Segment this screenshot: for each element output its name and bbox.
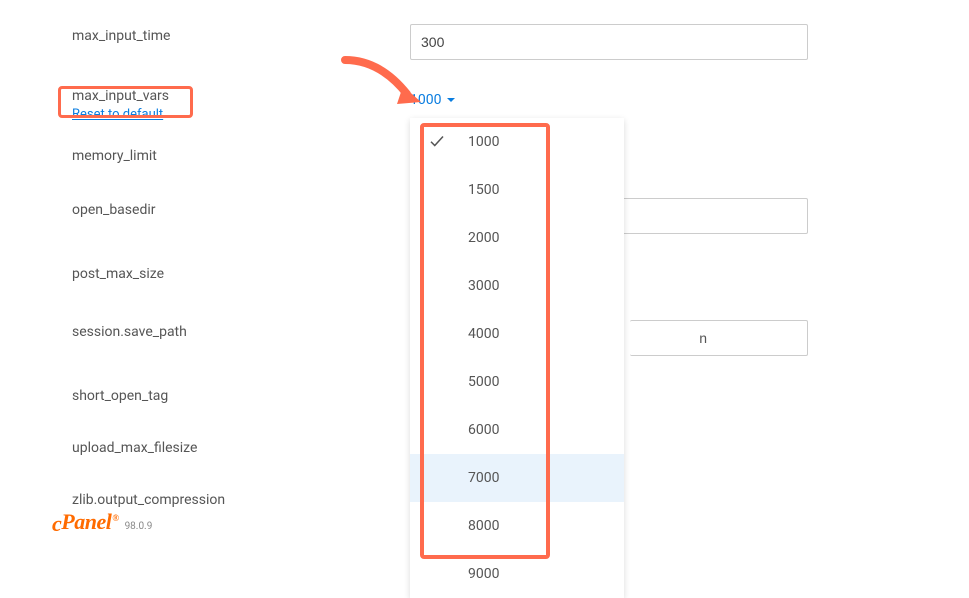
setting-label: short_open_tag xyxy=(0,378,410,414)
max-input-vars-dropdown-trigger[interactable]: 1000 xyxy=(410,88,455,112)
caret-down-icon xyxy=(447,98,455,102)
setting-label: max_input_time xyxy=(0,18,410,54)
setting-label: memory_limit xyxy=(0,138,410,174)
cpanel-logo: cPanel® xyxy=(52,509,119,537)
dropdown-option[interactable]: 1000 xyxy=(410,118,624,166)
dropdown-option[interactable]: 5000 xyxy=(410,358,624,406)
dropdown-option-text: 1500 xyxy=(468,182,499,198)
dropdown-option[interactable]: 4000 xyxy=(410,310,624,358)
dropdown-option-text: 1000 xyxy=(468,134,499,150)
version-text: 98.0.9 xyxy=(125,521,153,532)
dropdown-option[interactable]: 2000 xyxy=(410,214,624,262)
setting-row-max-input-time: max_input_time xyxy=(0,18,969,66)
setting-label: post_max_size xyxy=(0,256,410,292)
reset-to-default-link[interactable]: Reset to default xyxy=(72,107,410,122)
dropdown-option[interactable]: 8000 xyxy=(410,502,624,550)
max-input-vars-dropdown[interactable]: 1000 1500 2000 3000 4000 5000 6000 7000 8000 9000 xyxy=(410,118,624,598)
dropdown-option[interactable]: 3000 xyxy=(410,262,624,310)
dropdown-option-text: 3000 xyxy=(468,278,499,294)
footer: cPanel® 98.0.9 xyxy=(52,509,152,537)
dropdown-option-text: 4000 xyxy=(468,326,499,342)
setting-value-cell: 1000 xyxy=(410,82,969,118)
dropdown-option-text: 2000 xyxy=(468,230,499,246)
setting-label: session.save_path xyxy=(0,314,410,350)
setting-label-text: max_input_vars xyxy=(72,88,169,104)
dropdown-option-text: 8000 xyxy=(468,518,499,534)
dropdown-option-text: 7000 xyxy=(468,470,499,486)
dropdown-option[interactable]: 1500 xyxy=(410,166,624,214)
session-save-path-field[interactable] xyxy=(630,320,808,356)
dropdown-option-text: 9000 xyxy=(468,566,499,582)
dropdown-trigger-text: 1000 xyxy=(410,92,441,108)
setting-label: upload_max_filesize xyxy=(0,430,410,466)
dropdown-option[interactable]: 9000 xyxy=(410,550,624,598)
check-icon xyxy=(428,132,448,152)
dropdown-option-text: 6000 xyxy=(468,422,499,438)
dropdown-option[interactable]: 6000 xyxy=(410,406,624,454)
setting-label: max_input_vars Reset to default xyxy=(0,82,410,132)
setting-value-cell xyxy=(410,18,969,66)
max-input-time-field[interactable] xyxy=(410,24,808,60)
setting-label: open_basedir xyxy=(0,192,410,228)
dropdown-option-text: 5000 xyxy=(468,374,499,390)
dropdown-option[interactable]: 7000 xyxy=(410,454,624,502)
